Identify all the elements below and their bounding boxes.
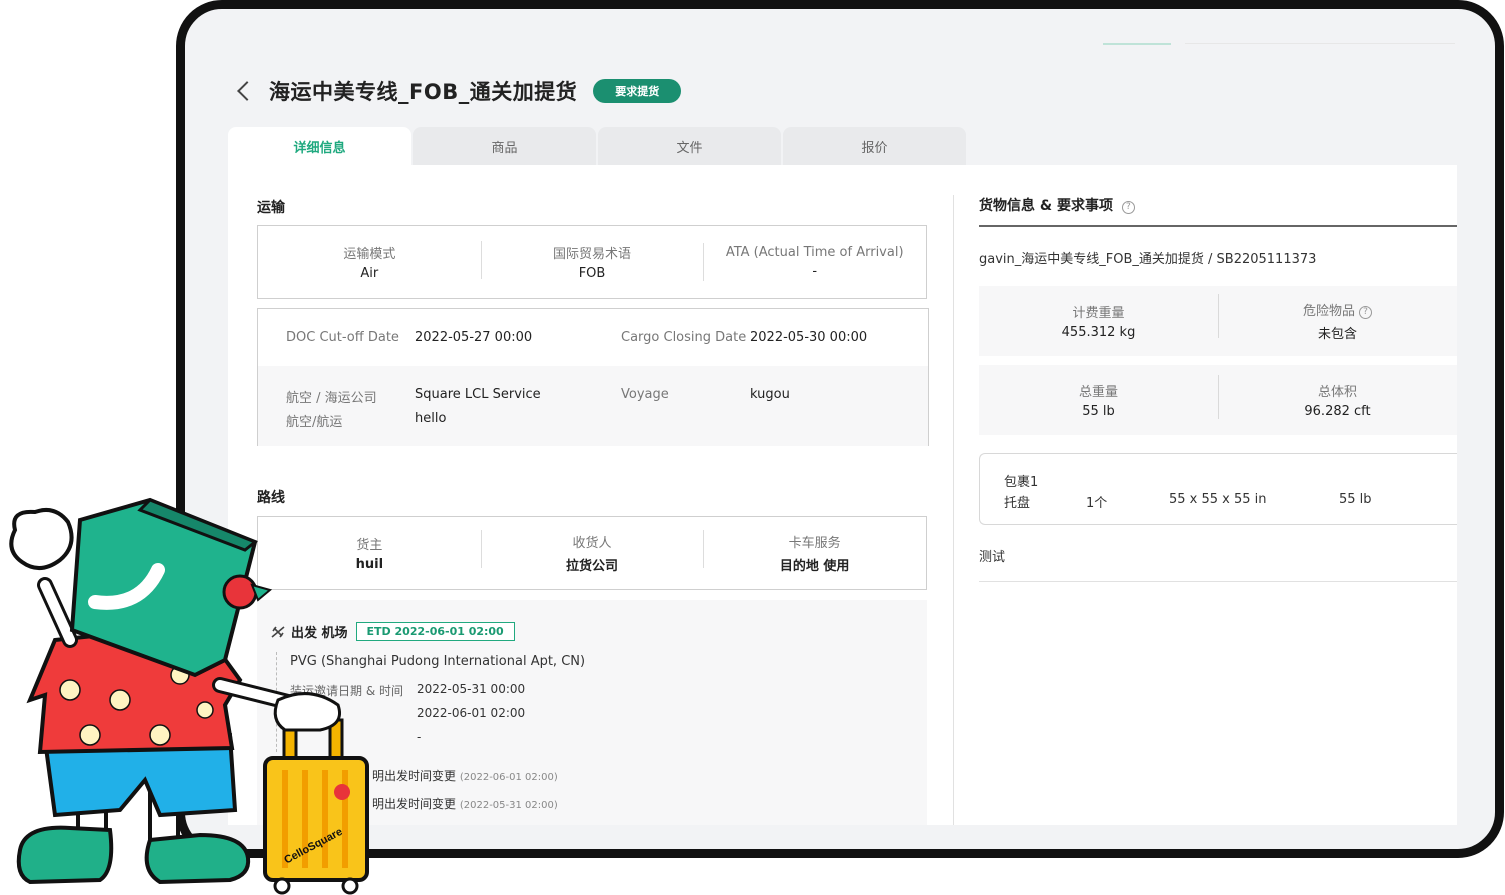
doc-cutoff-value: 2022-05-27 00:00 (415, 330, 533, 345)
mascot-shoe-left (16, 825, 114, 885)
scroll-indicator (1103, 43, 1171, 45)
second-time: 2022-06-01 02:00 (417, 706, 526, 720)
package-weight: 55 lb (1339, 492, 1372, 507)
package-qty: 1个 (1086, 496, 1108, 511)
page-header: 海运中美专线_FOB_通关加提货 要求提货 (235, 75, 682, 107)
suitcase-wheel-right (341, 877, 359, 895)
gross-weight: 总重量 55 lb (1078, 385, 1118, 419)
volume-card: 总重量 55 lb 总体积 96.282 cft (979, 365, 1457, 435)
cargo-closing-label: Cargo Closing Date (621, 330, 747, 345)
flight-label: 航空/航运 (286, 415, 343, 430)
ata: ATA (Actual Time of Arrival) - (703, 243, 926, 281)
scroll-track (1185, 43, 1455, 44)
change-history-1: 明出发时间变更 (2022-06-01 02:00) (372, 769, 558, 783)
cargo-closing-value: 2022-05-30 00:00 (750, 330, 868, 345)
suitcase-wheel-left (273, 877, 291, 895)
note-divider (979, 581, 1457, 582)
package-card: 包裹1 托盘 1个 55 x 55 x 55 in 55 lb (979, 453, 1457, 525)
tab-products[interactable]: 商品 (413, 127, 596, 165)
doc-cutoff-label: DOC Cut-off Date (286, 330, 399, 345)
transport-detail-box: DOC Cut-off Date 2022-05-27 00:00 Cargo … (257, 308, 929, 446)
page-title: 海运中美专线_FOB_通关加提货 (269, 80, 578, 104)
cutoff-row: DOC Cut-off Date 2022-05-27 00:00 Cargo … (258, 309, 928, 366)
transport-summary-box: 运输模式 Air 国际贸易术语 FOB ATA (Actual Time of … (257, 225, 927, 299)
column-divider (953, 195, 954, 825)
requirement-note: 测试 (979, 550, 1006, 565)
voyage-label: Voyage (621, 387, 669, 402)
cargo-section-title: 货物信息 & 要求事项 (979, 198, 1113, 214)
total-volume: 总体积 96.282 cft (1218, 375, 1457, 419)
weight-card: 计费重量 455.312 kg 危险物品? 未包含 (979, 286, 1457, 356)
change-history-2: 明出发时间变更 (2022-05-31 02:00) (372, 797, 558, 811)
mascot-illustration: CelloSquare (9, 497, 369, 895)
mascot-shoe-right (144, 832, 251, 885)
cargo-section-header: 货物信息 & 要求事项 ? (979, 195, 1457, 227)
transport-mode: 运输模式 Air (343, 247, 396, 281)
detail-panel: 运输 运输模式 Air 国际贸易术语 FOB ATA (Actual Time … (228, 165, 1457, 825)
package-name: 包裹1 (1004, 475, 1039, 490)
package-type: 托盘 (1004, 496, 1031, 511)
suitcase-body (263, 756, 369, 882)
carrier-label: 航空 / 海运公司 (286, 391, 377, 406)
dangerous-goods: 危险物品? 未包含 (1218, 294, 1457, 342)
tab-quotes[interactable]: 报价 (783, 127, 966, 165)
transport-section-title: 运输 (257, 200, 285, 216)
help-icon[interactable]: ? (1121, 201, 1135, 214)
dash-value: - (417, 730, 422, 744)
invite-value: 2022-05-31 00:00 (417, 682, 526, 696)
package-dims: 55 x 55 x 55 in (1169, 492, 1267, 507)
incoterms: 国际贸易术语 FOB (480, 241, 704, 281)
tab-details[interactable]: 详细信息 (228, 127, 411, 165)
flight-value: hello (415, 411, 447, 426)
voyage-value: kugou (750, 387, 790, 402)
carrier-row: 航空 / 海运公司 Square LCL Service Voyage kugo… (258, 366, 928, 446)
chargeable-weight: 计费重量 455.312 kg (1061, 306, 1136, 340)
truck-service: 卡车服务 目的地 使用 (703, 530, 926, 574)
mascot-hibiscus (222, 574, 258, 610)
mascot-hand (273, 692, 341, 732)
suitcase-sticker (334, 784, 350, 800)
back-arrow-icon[interactable] (235, 78, 253, 104)
tab-bar: 详细信息 商品 文件 报价 (228, 127, 968, 165)
status-badge: 要求提货 (593, 79, 682, 103)
booking-reference: gavin_海运中美专线_FOB_通关加提货 / SB2205111373 (979, 252, 1317, 267)
carrier-value: Square LCL Service (415, 387, 541, 402)
tab-files[interactable]: 文件 (598, 127, 781, 165)
mascot-fist (9, 508, 74, 570)
consignee: 收货人 拉货公司 (480, 530, 704, 574)
dangerous-help-icon[interactable]: ? (1359, 306, 1372, 319)
